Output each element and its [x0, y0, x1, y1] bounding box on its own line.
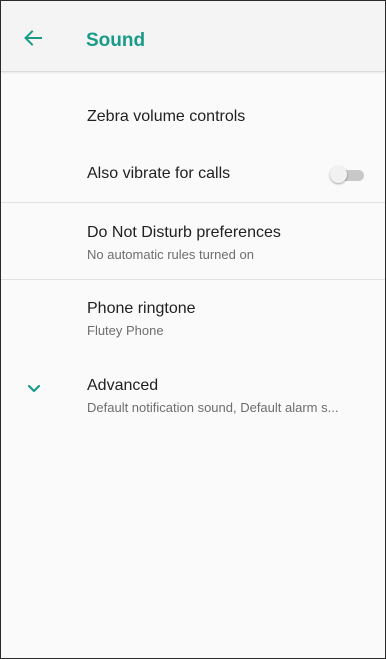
toggle-thumb: [330, 166, 347, 183]
setting-title: Do Not Disturb preferences: [87, 224, 281, 241]
setting-title: Advanced: [87, 377, 159, 394]
setting-zebra-volume-controls[interactable]: Zebra volume controls: [1, 96, 385, 146]
setting-vibrate-for-calls[interactable]: Also vibrate for calls: [1, 149, 385, 199]
setting-advanced[interactable]: Advanced Default notification sound, Def…: [1, 359, 385, 434]
setting-title: Phone ringtone: [87, 300, 196, 317]
app-bar: Sound: [1, 1, 385, 72]
back-button[interactable]: [19, 24, 47, 52]
screen: Sound Zebra volume controls Also vibrate…: [0, 0, 386, 659]
expand-advanced-button[interactable]: [25, 382, 43, 396]
chevron-down-icon: [27, 384, 41, 393]
page-title: Sound: [86, 30, 146, 51]
setting-title: Also vibrate for calls: [87, 165, 231, 182]
vibrate-for-calls-toggle[interactable]: [330, 166, 366, 183]
setting-title: Zebra volume controls: [87, 108, 246, 125]
arrow-back-icon: [24, 30, 42, 46]
setting-do-not-disturb[interactable]: Do Not Disturb preferences No automatic …: [1, 203, 385, 278]
setting-summary: Flutey Phone: [87, 323, 164, 338]
setting-phone-ringtone[interactable]: Phone ringtone Flutey Phone: [1, 280, 385, 355]
setting-summary: Default notification sound, Default alar…: [87, 400, 339, 415]
setting-summary: No automatic rules turned on: [87, 247, 254, 262]
